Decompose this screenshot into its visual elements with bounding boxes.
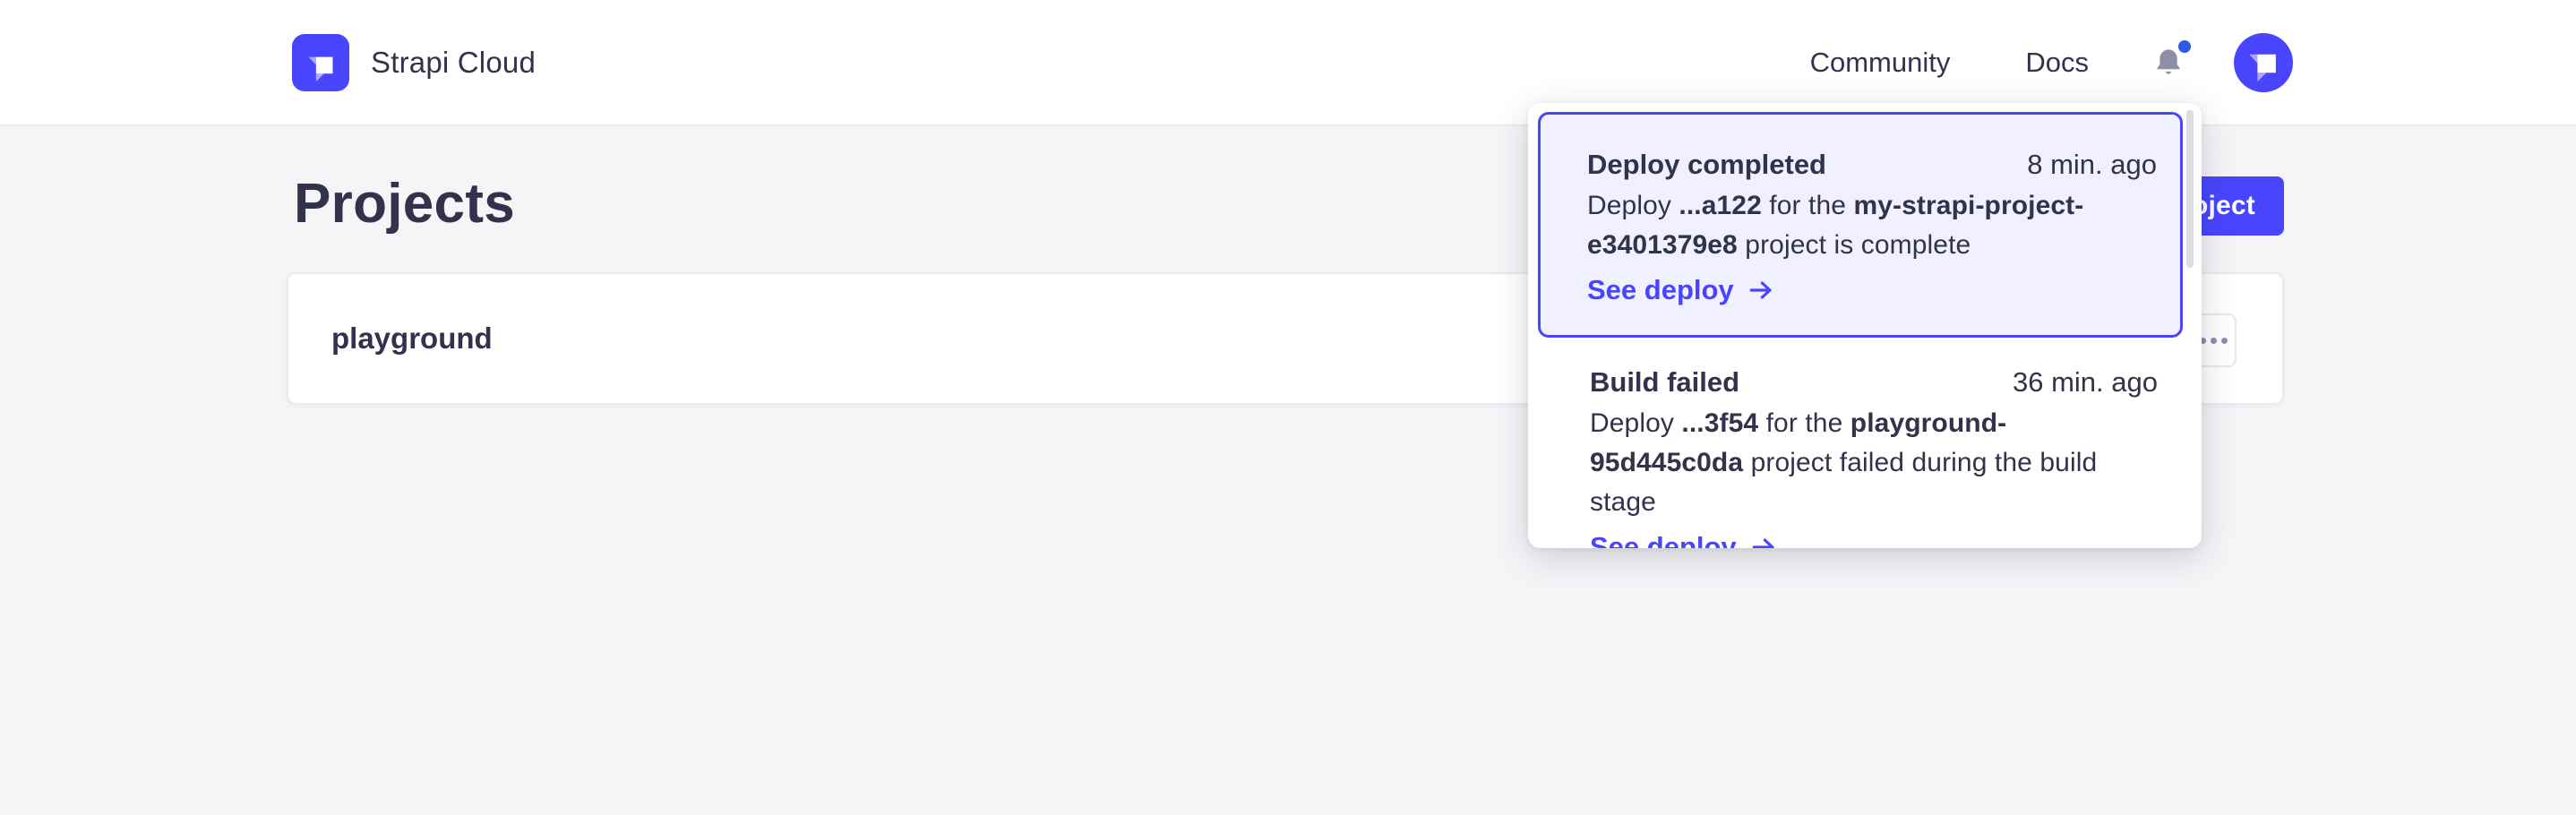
strapi-logo-icon (292, 34, 349, 91)
arrow-right-icon (1747, 276, 1775, 305)
notification-title: Deploy completed (1587, 147, 1826, 183)
notification-message: Deploy ...3f54 for the playground-95d445… (1590, 404, 2158, 522)
notifications-popover: Deploy completed 8 min. ago Deploy ...a1… (1528, 103, 2202, 548)
arrow-right-icon (1749, 533, 1778, 548)
notification-timestamp: 36 min. ago (2013, 365, 2158, 400)
brand-name: Strapi Cloud (371, 46, 536, 80)
avatar-strapi-glyph-icon (2234, 33, 2293, 92)
notifications-bell-button[interactable] (2144, 39, 2193, 87)
notification-title: Build failed (1590, 365, 1739, 400)
page-title: Projects (294, 172, 515, 236)
notification-message: Deploy ...a122 for the my-strapi-project… (1587, 186, 2157, 265)
strapi-glyph-icon (292, 34, 349, 91)
nav-link-community[interactable]: Community (1810, 47, 1951, 79)
see-deploy-link[interactable]: See deploy (1587, 272, 1775, 308)
notification-header: Deploy completed 8 min. ago (1587, 147, 2157, 183)
unread-indicator-dot (2178, 40, 2191, 53)
user-avatar-button[interactable] (2234, 33, 2293, 92)
notification-build-failed[interactable]: Build failed 36 min. ago Deploy ...3f54 … (1528, 338, 2202, 548)
header-nav: Community Docs (1810, 33, 2293, 92)
brand[interactable]: Strapi Cloud (292, 34, 536, 91)
nav-link-docs[interactable]: Docs (2025, 47, 2089, 79)
see-deploy-link[interactable]: See deploy (1590, 529, 1778, 548)
project-name: playground (331, 322, 493, 356)
notification-timestamp: 8 min. ago (2027, 147, 2157, 183)
notification-header: Build failed 36 min. ago (1590, 365, 2158, 400)
popover-scrollbar-thumb[interactable] (2186, 110, 2194, 268)
notification-deploy-completed[interactable]: Deploy completed 8 min. ago Deploy ...a1… (1538, 112, 2183, 338)
